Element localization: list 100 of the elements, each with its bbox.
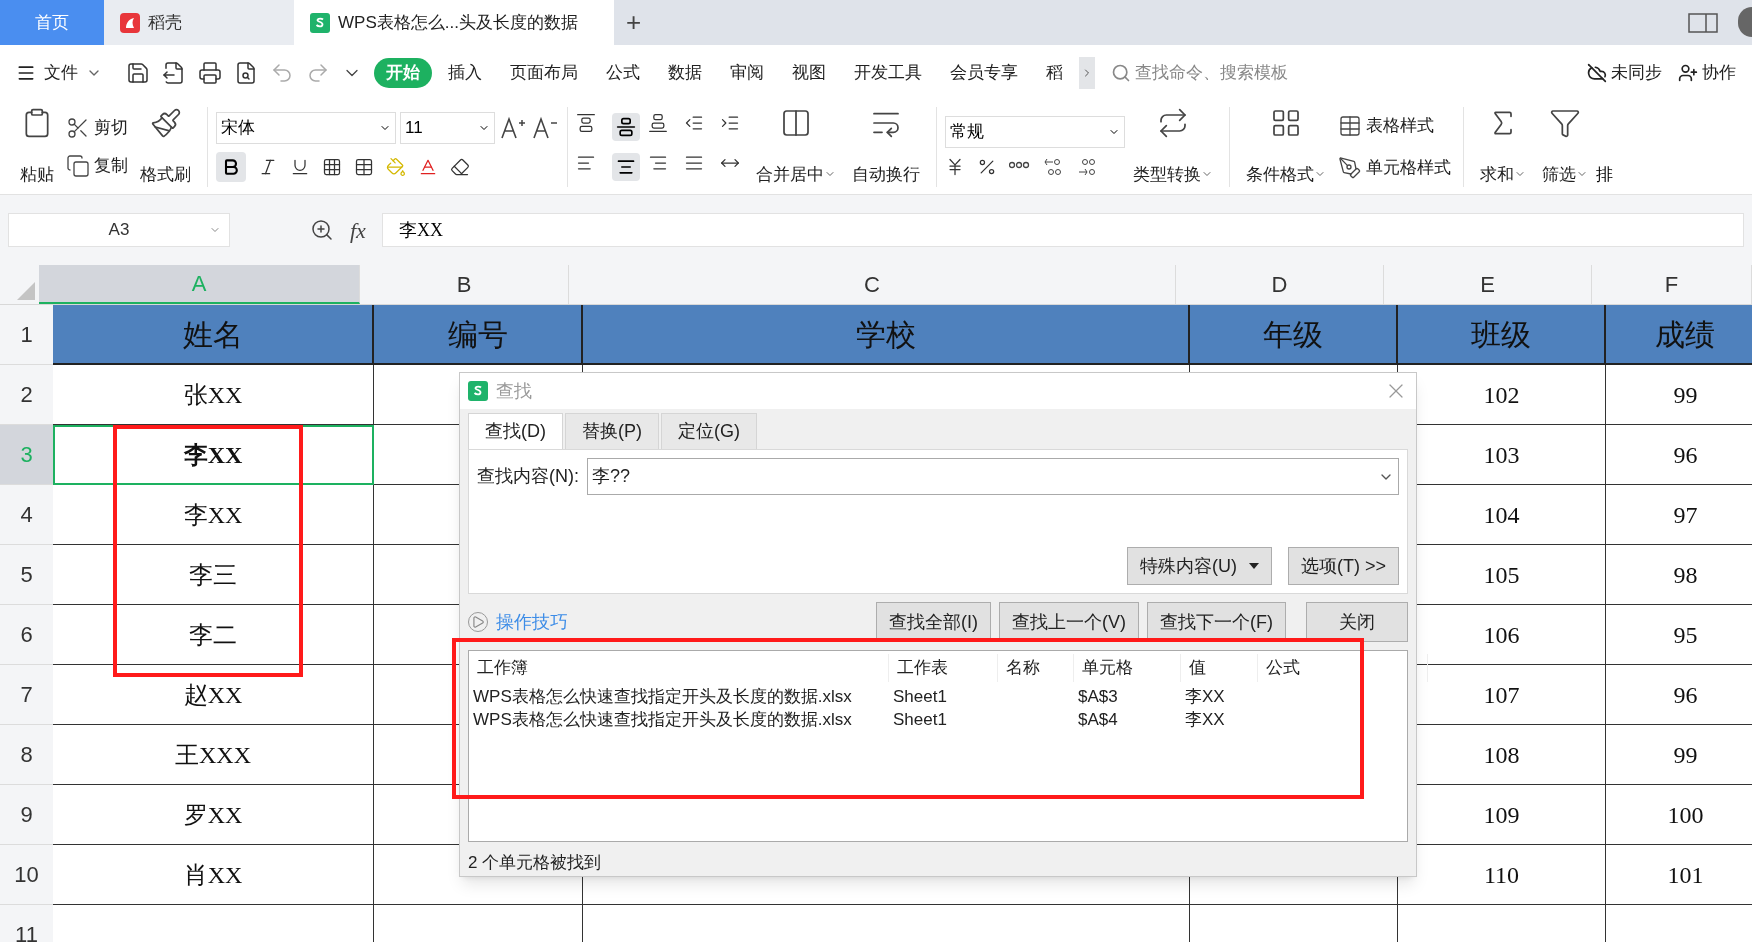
table-cell: 99 (1606, 725, 1752, 785)
table-cell: 李二 (53, 605, 374, 665)
ribbon-tab[interactable]: 会员专享 (938, 57, 1030, 88)
filter-button[interactable]: 筛选 (1534, 107, 1596, 187)
results-column-header[interactable]: 公式 (1258, 654, 1428, 682)
align-bottom-icon[interactable] (648, 113, 668, 133)
ribbon-tab[interactable]: 页面布局 (498, 57, 590, 88)
borders-icon[interactable] (322, 157, 342, 177)
type-convert-button[interactable]: 类型转换 (1125, 107, 1221, 187)
close-button[interactable]: 关闭 (1306, 602, 1408, 642)
row-header[interactable]: 6 (0, 605, 53, 665)
copy-button[interactable]: 复制 (66, 149, 128, 183)
font-size-field[interactable]: 11 (400, 112, 495, 144)
avatar-icon[interactable] (1738, 7, 1752, 37)
ribbon-tab[interactable]: 数据 (656, 57, 714, 88)
underline-icon[interactable] (290, 157, 310, 177)
merge-center-button[interactable]: 合并居中 (748, 107, 844, 187)
browser-tab[interactable]: WPS表格怎么...头及长度的数据 (294, 0, 614, 45)
special-content-button[interactable]: 特殊内容(U) (1127, 547, 1272, 585)
add-user-icon (1678, 62, 1698, 83)
results-column-header[interactable]: 工作表 (889, 654, 998, 682)
sync-button[interactable]: 未同步 (1587, 59, 1662, 86)
font-name-field[interactable]: 宋体 (216, 112, 396, 144)
function-label[interactable]: fx (350, 213, 366, 247)
window-layout-icon[interactable] (1688, 13, 1718, 33)
ribbon-tab[interactable]: 审阅 (718, 57, 776, 88)
column-header[interactable]: B (360, 265, 569, 304)
align-top-icon[interactable] (576, 113, 596, 133)
find-field[interactable]: 李?? (587, 458, 1399, 495)
font-color-icon[interactable] (418, 157, 438, 177)
formula-field[interactable]: 李XX (381, 213, 1744, 247)
dialog-tab[interactable]: 定位(G) (661, 413, 757, 449)
row-header[interactable]: 9 (0, 785, 53, 845)
results-column-header[interactable]: 工作簿 (469, 654, 889, 682)
clear-icon[interactable] (450, 157, 470, 177)
table-cell: 王XXX (53, 725, 374, 785)
options-button[interactable]: 选项(T) >> (1288, 547, 1399, 585)
cell-style-icon (1338, 156, 1362, 180)
ribbon-tab[interactable]: 插入 (436, 57, 494, 88)
percent-icon[interactable] (977, 157, 997, 177)
column-header[interactable]: E (1384, 265, 1592, 304)
status-text: 2 个单元格被找到 (467, 852, 603, 874)
file-menu[interactable]: 文件 (16, 59, 114, 86)
format-painter-icon (149, 107, 182, 139)
align-middle-icon (616, 117, 636, 137)
command-search-field[interactable]: 查找命令、搜索模板 (1111, 59, 1401, 86)
header-cell: 姓名 (53, 305, 374, 365)
cell-format-icon[interactable] (354, 157, 374, 177)
format-painter-button[interactable]: 格式刷 (132, 107, 199, 187)
bold-button[interactable] (216, 152, 246, 182)
print-preview-icon[interactable] (234, 60, 258, 85)
ribbon-tab[interactable]: 视图 (780, 57, 838, 88)
column-header[interactable]: D (1176, 265, 1384, 304)
decrease-font-icon[interactable] (531, 115, 559, 141)
ribbon-tab[interactable]: 稻 (1034, 57, 1075, 88)
collaborate-button[interactable]: 协作 (1678, 59, 1736, 86)
name-box[interactable]: A3 (8, 213, 230, 247)
active-cell[interactable]: 李XX (53, 425, 374, 485)
cut-button[interactable]: 剪切 (66, 111, 128, 145)
row-header[interactable]: 1 (0, 305, 53, 365)
zoom-icon[interactable] (310, 218, 334, 242)
row-header[interactable]: 11 (0, 905, 53, 942)
cloud-icon (1587, 62, 1607, 83)
table-cell: 96 (1606, 665, 1752, 725)
table-cell: 99 (1606, 365, 1752, 425)
ribbon-tab[interactable]: 公式 (594, 57, 652, 88)
row-header[interactable]: 7 (0, 665, 53, 725)
results-column-header[interactable]: 单元格 (1074, 654, 1181, 682)
ribbon-tab[interactable]: 开发工具 (842, 57, 934, 88)
results-column-header[interactable]: 名称 (998, 654, 1074, 682)
browser-tab[interactable]: 稻壳 (104, 0, 294, 45)
column-header[interactable]: F (1592, 265, 1752, 304)
paste-button[interactable]: 粘贴 (12, 107, 62, 187)
align-center-button[interactable] (612, 153, 640, 181)
sort-button[interactable]: 排 (1596, 107, 1613, 187)
column-header[interactable]: C (569, 265, 1176, 304)
export-icon[interactable] (162, 60, 186, 85)
increase-font-icon[interactable] (499, 115, 527, 141)
row-header[interactable]: 2 (0, 365, 53, 425)
caret-icon (1249, 563, 1259, 569)
dialog-title: 查找 (496, 379, 532, 403)
print-icon[interactable] (198, 60, 222, 85)
fill-color-icon[interactable] (386, 157, 406, 177)
sum-button[interactable]: 求和 (1472, 107, 1534, 187)
table-style-button[interactable]: 表格样式 (1338, 109, 1451, 143)
align-middle-button[interactable] (612, 113, 640, 141)
merge-center-icon (780, 107, 812, 139)
wrap-text-button[interactable]: 自动换行 (844, 107, 928, 187)
cell-style-button[interactable]: 单元格样式 (1338, 151, 1451, 185)
results-column-header[interactable]: 值 (1181, 654, 1258, 682)
row-header[interactable]: 5 (0, 545, 53, 605)
new-tab-button[interactable]: + (614, 0, 654, 45)
row-header[interactable]: 8 (0, 725, 53, 785)
row-header[interactable]: 10 (0, 845, 53, 905)
dialog-tab[interactable]: 替换(P) (565, 413, 659, 449)
row-header[interactable]: 4 (0, 485, 53, 545)
save-icon[interactable] (126, 60, 150, 85)
dialog-tab[interactable]: 查找(D) (468, 413, 563, 449)
conditional-format-button[interactable]: 条件格式 (1238, 107, 1334, 187)
number-format-field[interactable]: 常规 (945, 116, 1125, 148)
